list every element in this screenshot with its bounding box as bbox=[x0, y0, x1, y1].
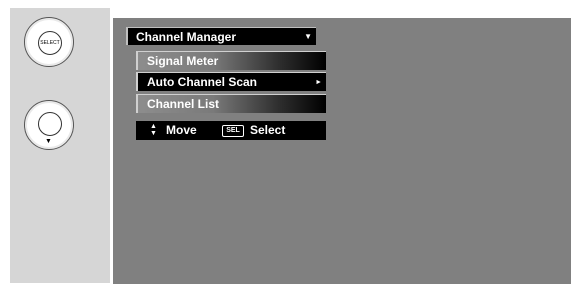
menu-item-auto-channel-scan[interactable]: Auto Channel Scan ► bbox=[136, 72, 326, 91]
move-arrows-icon: ▲ ▼ bbox=[150, 123, 157, 137]
menu-item-label: Auto Channel Scan bbox=[147, 75, 258, 89]
nav-button-inner bbox=[38, 112, 62, 136]
help-bar: ▲ ▼ Move SEL Select bbox=[136, 121, 326, 140]
select-button-label: SELECT bbox=[38, 31, 62, 55]
menu-item-channel-list[interactable]: Channel List bbox=[136, 94, 326, 113]
chevron-right-icon: ► bbox=[315, 79, 322, 86]
remote-nav-button[interactable]: ▼ bbox=[24, 100, 74, 150]
chevron-down-icon: ▼ bbox=[304, 32, 312, 41]
remote-select-button[interactable]: SELECT bbox=[24, 17, 74, 67]
menu-item-signal-meter[interactable]: Signal Meter bbox=[136, 51, 326, 70]
menu-title-bar[interactable]: Channel Manager ▼ bbox=[126, 27, 316, 45]
menu-item-label: Channel List bbox=[147, 97, 220, 111]
chevron-down-icon: ▼ bbox=[45, 138, 52, 145]
select-label: Select bbox=[250, 123, 286, 137]
sel-key-icon: SEL bbox=[222, 125, 244, 137]
menu-title: Channel Manager bbox=[136, 30, 237, 44]
menu-item-label: Signal Meter bbox=[147, 54, 219, 68]
move-label: Move bbox=[166, 123, 197, 137]
